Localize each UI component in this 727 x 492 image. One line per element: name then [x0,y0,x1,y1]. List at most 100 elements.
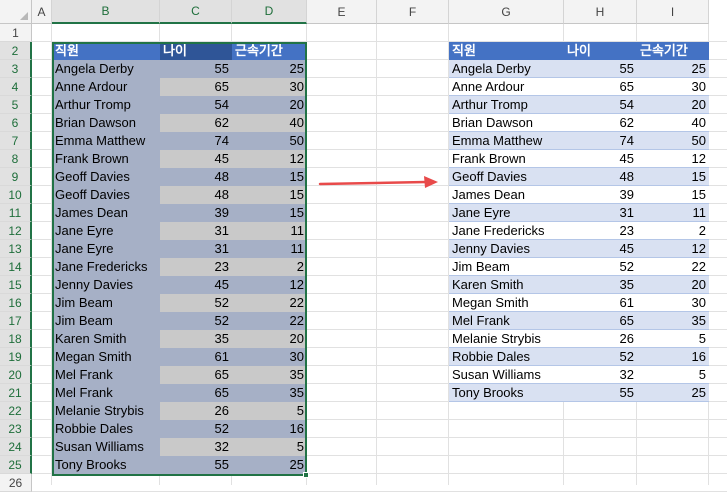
right-table-cell[interactable]: 23 [564,222,637,240]
row-header-26[interactable]: 26 [0,474,32,492]
right-table-cell[interactable]: 52 [564,348,637,366]
left-table-cell[interactable]: Brian Dawson [52,114,160,132]
right-table-cell[interactable]: 2 [637,222,709,240]
left-table-cell[interactable]: 2 [232,258,307,276]
left-table-cell[interactable]: Jane Fredericks [52,258,160,276]
row-header-25[interactable]: 25 [0,456,32,474]
left-table-cell[interactable]: 35 [160,330,232,348]
right-table-cell[interactable]: 20 [637,276,709,294]
row-header-7[interactable]: 7 [0,132,32,150]
column-header-a[interactable]: A [32,0,52,24]
column-header-i[interactable]: I [637,0,709,24]
left-table-cell[interactable]: 40 [232,114,307,132]
right-table-cell[interactable]: 55 [564,384,637,402]
left-table-cell[interactable]: 12 [232,150,307,168]
right-table-cell[interactable]: 12 [637,150,709,168]
left-table-cell[interactable]: 22 [232,294,307,312]
column-header-b[interactable]: B [52,0,160,24]
select-all-corner[interactable] [0,0,32,24]
row-header-1[interactable]: 1 [0,24,32,42]
left-table-cell[interactable]: 65 [160,366,232,384]
right-table-cell[interactable]: 74 [564,132,637,150]
right-table-cell[interactable]: 35 [564,276,637,294]
right-table-cell[interactable]: 39 [564,186,637,204]
right-table-cell[interactable]: 15 [637,186,709,204]
fill-handle[interactable] [303,472,309,478]
column-header-d[interactable]: D [232,0,307,24]
row-header-17[interactable]: 17 [0,312,32,330]
column-header-e[interactable]: E [307,0,377,24]
left-table-cell[interactable]: 5 [232,402,307,420]
right-table-cell[interactable]: Jane Eyre [449,204,564,222]
left-table-cell[interactable]: 11 [232,240,307,258]
left-table-cell[interactable]: 55 [160,60,232,78]
left-table-cell[interactable]: Melanie Strybis [52,402,160,420]
row-header-5[interactable]: 5 [0,96,32,114]
left-table-header-cell[interactable]: 나이 [160,42,232,60]
left-table-cell[interactable]: 20 [232,330,307,348]
left-table-cell[interactable]: Anne Ardour [52,78,160,96]
row-header-12[interactable]: 12 [0,222,32,240]
row-header-15[interactable]: 15 [0,276,32,294]
left-table-cell[interactable]: 23 [160,258,232,276]
right-table-cell[interactable]: Mel Frank [449,312,564,330]
right-table-cell[interactable]: 35 [637,312,709,330]
column-header-f[interactable]: F [377,0,449,24]
right-table-cell[interactable]: 62 [564,114,637,132]
left-table-cell[interactable]: 45 [160,276,232,294]
left-table-cell[interactable]: 65 [160,78,232,96]
left-table-cell[interactable]: 11 [232,222,307,240]
right-table-cell[interactable]: 30 [637,78,709,96]
left-table-cell[interactable]: Mel Frank [52,366,160,384]
column-header-g[interactable]: G [449,0,564,24]
left-table-cell[interactable]: 30 [232,78,307,96]
left-table-cell[interactable]: 45 [160,150,232,168]
right-table-cell[interactable]: 25 [637,60,709,78]
right-table-cell[interactable]: James Dean [449,186,564,204]
left-table-cell[interactable]: Arthur Tromp [52,96,160,114]
row-header-20[interactable]: 20 [0,366,32,384]
right-table-cell[interactable]: 65 [564,312,637,330]
left-table-cell[interactable]: James Dean [52,204,160,222]
left-table-cell[interactable]: 20 [232,96,307,114]
row-header-2[interactable]: 2 [0,42,32,60]
right-table-cell[interactable]: 20 [637,96,709,114]
left-table-cell[interactable]: 62 [160,114,232,132]
right-table-cell[interactable]: 5 [637,330,709,348]
right-table-cell[interactable]: Karen Smith [449,276,564,294]
left-table-cell[interactable]: 15 [232,168,307,186]
row-header-9[interactable]: 9 [0,168,32,186]
right-table-cell[interactable]: 31 [564,204,637,222]
left-table-cell[interactable]: 35 [232,384,307,402]
right-table-cell[interactable]: 61 [564,294,637,312]
left-table-cell[interactable]: Susan Williams [52,438,160,456]
left-table-cell[interactable]: Frank Brown [52,150,160,168]
spreadsheet-grid[interactable]: A B C D E F G H I 1 2 3 4 5 6 7 8 9 10 11 12 13 14 15 16 17 18 19 20… [0,0,727,492]
left-table-cell[interactable]: Mel Frank [52,384,160,402]
row-header-4[interactable]: 4 [0,78,32,96]
left-table-header-cell[interactable]: 직원 [52,42,160,60]
right-table-cell[interactable]: 48 [564,168,637,186]
right-table-cell[interactable]: 25 [637,384,709,402]
right-table-cell[interactable]: Jenny Davies [449,240,564,258]
right-table-cell[interactable]: Frank Brown [449,150,564,168]
left-table-cell[interactable]: Robbie Dales [52,420,160,438]
row-header-3[interactable]: 3 [0,60,32,78]
left-table-cell[interactable]: 52 [160,420,232,438]
row-header-16[interactable]: 16 [0,294,32,312]
right-table-cell[interactable]: 45 [564,240,637,258]
column-header-c[interactable]: C [160,0,232,24]
row-header-10[interactable]: 10 [0,186,32,204]
right-table-cell[interactable]: Angela Derby [449,60,564,78]
row-header-19[interactable]: 19 [0,348,32,366]
row-header-21[interactable]: 21 [0,384,32,402]
row-header-8[interactable]: 8 [0,150,32,168]
left-table-cell[interactable]: 25 [232,60,307,78]
row-header-6[interactable]: 6 [0,114,32,132]
right-table-cell[interactable]: 65 [564,78,637,96]
left-table-cell[interactable]: Jane Eyre [52,222,160,240]
left-table-cell[interactable]: 55 [160,456,232,474]
left-table-cell[interactable]: 32 [160,438,232,456]
left-table-cell[interactable]: 61 [160,348,232,366]
left-table-cell[interactable]: 25 [232,456,307,474]
